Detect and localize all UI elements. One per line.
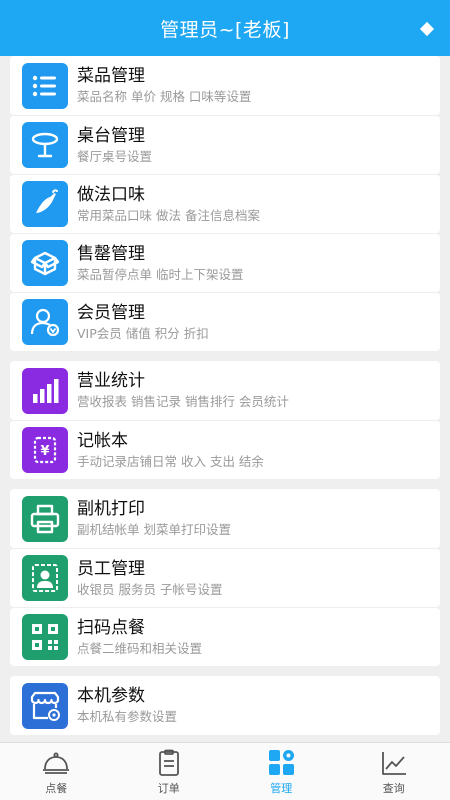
menu-item-table-management[interactable]: 桌台管理 餐厅桌号设置 xyxy=(10,115,440,174)
menu-group-devices: 副机打印 副机结帐单 划菜单打印设置 员工管理 收银员 服务员 子帐号设置 扫码… xyxy=(10,489,440,666)
menu-item-sub-printer[interactable]: 副机打印 副机结帐单 划菜单打印设置 xyxy=(10,489,440,548)
tab-order-food[interactable]: 点餐 xyxy=(0,743,113,800)
item-title: 桌台管理 xyxy=(77,125,145,146)
menu-item-member-management[interactable]: 会员管理 VIP会员 储值 积分 折扣 xyxy=(10,292,440,351)
management-menu: 菜品管理 菜品名称 单价 规格 口味等设置 桌台管理 餐厅桌号设置 做法口味 常… xyxy=(0,56,450,742)
clipboard-icon xyxy=(158,749,179,776)
bottom-tab-bar: 点餐 订单 管理 查询 xyxy=(0,742,450,800)
shop-settings-icon xyxy=(22,682,68,729)
item-subtitle: 菜品名称 单价 规格 口味等设置 xyxy=(77,89,252,104)
item-title: 记帐本 xyxy=(77,430,128,451)
menu-item-local-params[interactable]: 本机参数 本机私有参数设置 xyxy=(10,676,440,735)
menu-item-staff-management[interactable]: 员工管理 收银员 服务员 子帐号设置 xyxy=(10,548,440,607)
tab-label: 订单 xyxy=(157,782,180,795)
tab-management[interactable]: 管理 xyxy=(225,743,338,800)
grid-gear-icon xyxy=(269,750,295,775)
list-icon xyxy=(22,62,68,109)
bar-chart-icon xyxy=(22,367,68,414)
tab-orders[interactable]: 订单 xyxy=(113,743,226,800)
box-icon xyxy=(22,240,68,286)
item-title: 营业统计 xyxy=(77,371,145,391)
item-subtitle: 菜品暂停点单 临时上下架设置 xyxy=(77,266,244,282)
item-title: 售罄管理 xyxy=(77,243,145,264)
item-subtitle: 餐厅桌号设置 xyxy=(77,148,153,164)
item-title: 会员管理 xyxy=(77,302,145,323)
cloche-icon xyxy=(43,752,70,774)
item-subtitle: 营收报表 销售记录 销售排行 会员统计 xyxy=(77,394,289,409)
ledger-icon: ¥ xyxy=(22,427,68,473)
menu-group-local: 本机参数 本机私有参数设置 xyxy=(10,676,440,735)
tab-label: 管理 xyxy=(270,782,293,795)
tab-label: 查询 xyxy=(382,782,405,795)
item-subtitle: 手动记录店铺日常 收入 支出 结余 xyxy=(77,453,264,469)
chili-icon xyxy=(22,181,68,227)
svg-text:¥: ¥ xyxy=(40,444,49,459)
menu-group-dishes: 菜品管理 菜品名称 单价 规格 口味等设置 桌台管理 餐厅桌号设置 做法口味 常… xyxy=(10,56,440,351)
menu-item-business-stats[interactable]: 营业统计 营收报表 销售记录 销售排行 会员统计 xyxy=(10,361,440,420)
item-title: 做法口味 xyxy=(77,184,145,205)
menu-item-dish-management[interactable]: 菜品管理 菜品名称 单价 规格 口味等设置 xyxy=(10,56,440,115)
staff-icon xyxy=(22,555,68,601)
item-subtitle: 点餐二维码和相关设置 xyxy=(77,640,203,656)
menu-item-scan-order[interactable]: 扫码点餐 点餐二维码和相关设置 xyxy=(10,607,440,666)
menu-item-ledger[interactable]: ¥ 记帐本 手动记录店铺日常 收入 支出 结余 xyxy=(10,420,440,479)
item-title: 扫码点餐 xyxy=(77,617,145,638)
menu-item-flavors[interactable]: 做法口味 常用菜品口味 做法 备注信息档案 xyxy=(10,174,440,233)
qrcode-icon xyxy=(22,614,68,660)
item-subtitle: 本机私有参数设置 xyxy=(77,709,178,724)
item-title: 菜品管理 xyxy=(77,66,145,86)
tab-label: 点餐 xyxy=(45,782,68,795)
item-title: 副机打印 xyxy=(77,499,145,519)
page-title: 管理员~[老板] xyxy=(160,18,290,41)
tab-query[interactable]: 查询 xyxy=(338,743,450,800)
line-chart-icon xyxy=(381,752,406,775)
item-subtitle: 常用菜品口味 做法 备注信息档案 xyxy=(77,207,260,223)
item-subtitle: 副机结帐单 划菜单打印设置 xyxy=(77,522,231,537)
item-title: 员工管理 xyxy=(77,558,145,579)
member-icon xyxy=(22,299,68,345)
menu-diamond-icon[interactable] xyxy=(419,21,435,37)
item-subtitle: VIP会员 储值 积分 折扣 xyxy=(77,325,209,341)
app-header: 管理员~[老板] xyxy=(0,0,450,56)
item-subtitle: 收银员 服务员 子帐号设置 xyxy=(77,581,223,597)
menu-item-sold-out[interactable]: 售罄管理 菜品暂停点单 临时上下架设置 xyxy=(10,233,440,292)
menu-group-statistics: 营业统计 营收报表 销售记录 销售排行 会员统计 ¥ 记帐本 手动记录店铺日常 … xyxy=(10,361,440,479)
table-icon xyxy=(22,122,68,168)
item-title: 本机参数 xyxy=(77,686,145,706)
printer-icon xyxy=(22,495,68,542)
